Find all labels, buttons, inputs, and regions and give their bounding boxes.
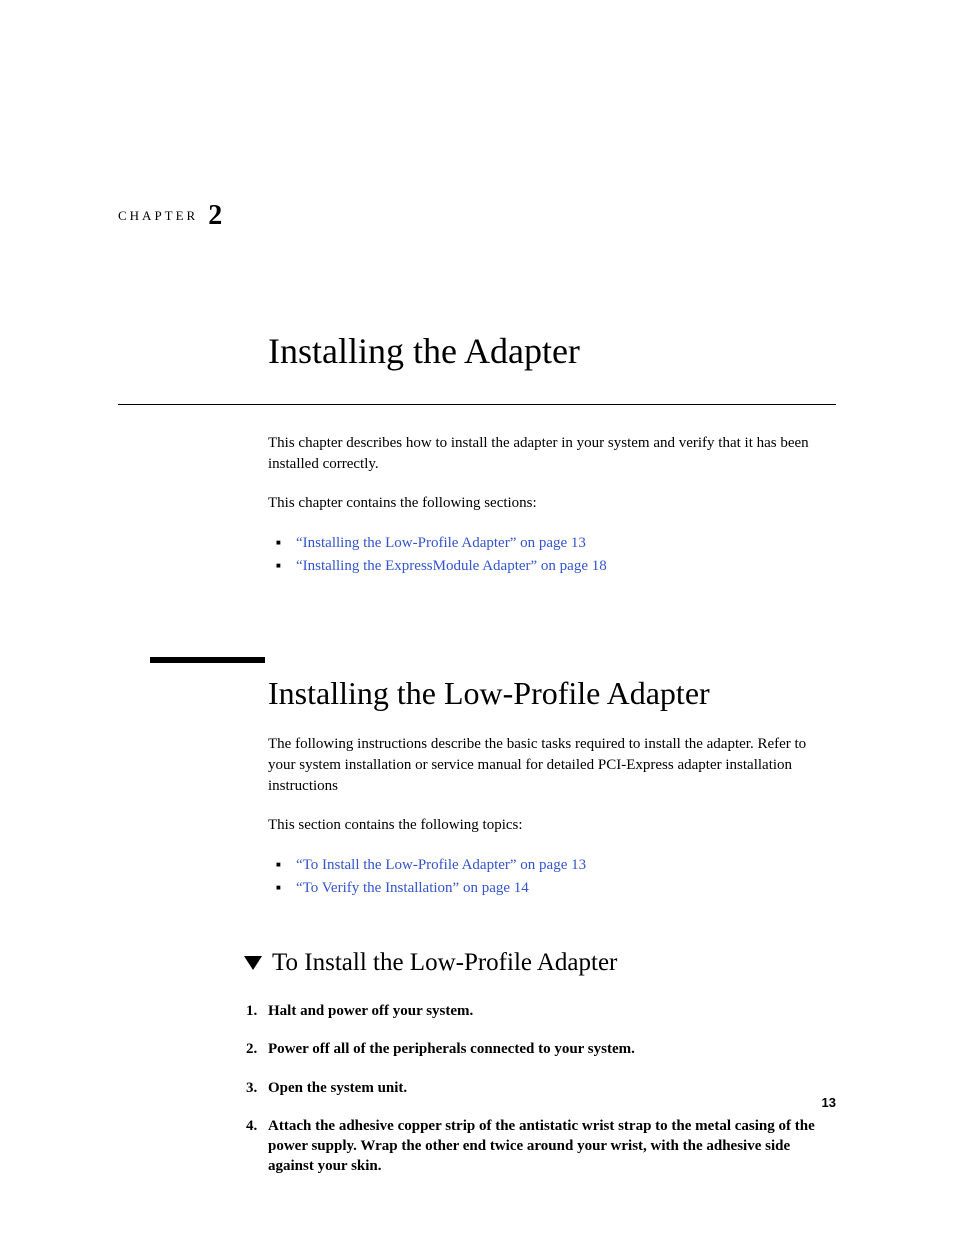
section-paragraph-1: The following instructions describe the … — [268, 734, 836, 797]
procedure-step: Open the system unit. — [246, 1078, 836, 1098]
subsection-header: To Install the Low-Profile Adapter — [244, 949, 836, 977]
procedure-step: Attach the adhesive copper strip of the … — [246, 1116, 836, 1177]
content-area: Installing the Adapter This chapter desc… — [268, 330, 836, 1177]
toc-item: “Installing the Low-Profile Adapter” on … — [268, 532, 836, 555]
xref-link-low-profile[interactable]: “Installing the Low-Profile Adapter” on … — [296, 535, 586, 551]
xref-link-install-low-profile[interactable]: “To Install the Low-Profile Adapter” on … — [296, 857, 586, 873]
procedure-step: Halt and power off your system. — [246, 1001, 836, 1021]
section-paragraph-2: This section contains the following topi… — [268, 815, 836, 836]
subsection-install-low-profile: To Install the Low-Profile Adapter Halt … — [268, 949, 836, 1177]
intro-paragraph-1: This chapter describes how to install th… — [268, 433, 836, 475]
xref-link-verify-installation[interactable]: “To Verify the Installation” on page 14 — [296, 880, 529, 896]
toc-item: “To Install the Low-Profile Adapter” on … — [268, 854, 836, 877]
intro-paragraph-2: This chapter contains the following sect… — [268, 493, 836, 514]
section-low-profile: Installing the Low-Profile Adapter The f… — [268, 675, 836, 1177]
toc-item: “To Verify the Installation” on page 14 — [268, 877, 836, 900]
page-number: 13 — [822, 1095, 836, 1110]
chapter-label: CHAPTER — [118, 208, 198, 223]
chapter-title: Installing the Adapter — [268, 330, 836, 372]
toc-item: “Installing the ExpressModule Adapter” o… — [268, 555, 836, 578]
chapter-number: 2 — [208, 200, 222, 231]
section-toc-list: “To Install the Low-Profile Adapter” on … — [268, 854, 836, 899]
subsection-title: To Install the Low-Profile Adapter — [272, 949, 617, 977]
chapter-toc-list: “Installing the Low-Profile Adapter” on … — [268, 532, 836, 577]
triangle-down-icon — [244, 956, 262, 970]
procedure-steps-list: Halt and power off your system. Power of… — [268, 1001, 836, 1177]
divider-rule — [118, 404, 836, 405]
section-title: Installing the Low-Profile Adapter — [268, 675, 836, 712]
chapter-marker: CHAPTER 2 — [118, 200, 222, 232]
procedure-step: Power off all of the peripherals connect… — [246, 1039, 836, 1059]
xref-link-expressmodule[interactable]: “Installing the ExpressModule Adapter” o… — [296, 558, 607, 574]
document-page: CHAPTER 2 Installing the Adapter This ch… — [0, 0, 954, 1255]
section-divider-bar — [150, 657, 265, 663]
